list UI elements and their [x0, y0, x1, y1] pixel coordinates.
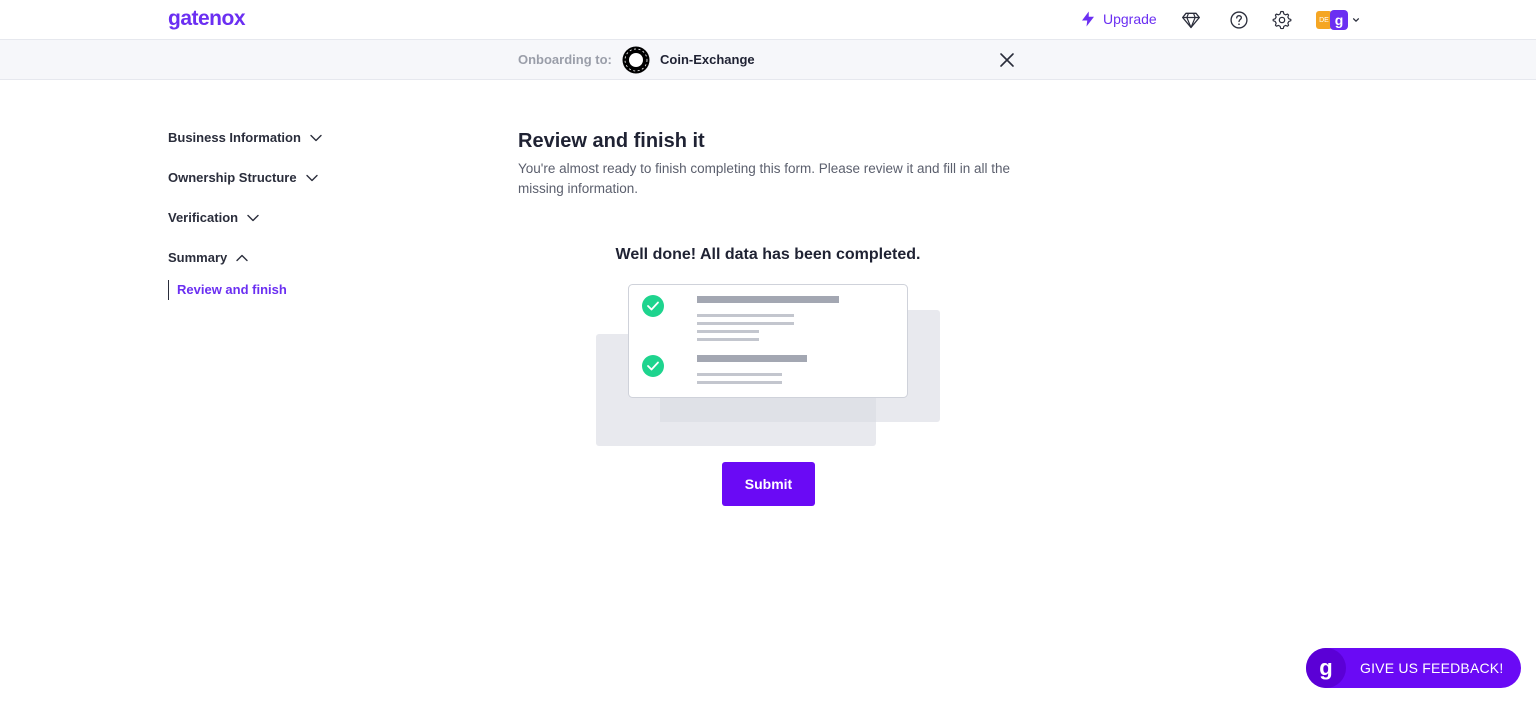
- avatar: g: [1330, 10, 1348, 30]
- onboarding-bar: Onboarding to: Coin-Exchange: [0, 40, 1536, 80]
- check-icon: [642, 295, 664, 317]
- top-bar: gatenox Upgrade DE g: [0, 0, 1536, 40]
- gatenox-logo[interactable]: gatenox: [168, 7, 246, 31]
- upgrade-button[interactable]: Upgrade: [1079, 10, 1157, 28]
- sidebar-item-label: Verification: [168, 210, 239, 225]
- sidebar-item-business-information[interactable]: Business Information: [168, 130, 323, 145]
- company-name: Coin-Exchange: [660, 52, 755, 67]
- sidebar-item-ownership-structure[interactable]: Ownership Structure: [168, 170, 319, 185]
- chevron-down-icon: [305, 174, 318, 181]
- page-description: You're almost ready to finish completing…: [518, 161, 1011, 196]
- onboarding-label: Onboarding to:: [518, 52, 612, 67]
- sidebar-subitem-review-and-finish[interactable]: Review and finish: [168, 280, 287, 300]
- sidebar-item-label: Business Information: [168, 130, 301, 145]
- sidebar-item-label: Ownership Structure: [168, 170, 297, 185]
- submit-button[interactable]: Submit: [722, 462, 815, 506]
- chevron-down-icon: [1352, 18, 1360, 22]
- sidebar-item-verification[interactable]: Verification: [168, 210, 260, 225]
- chevron-down-icon: [310, 134, 322, 141]
- completion-illustration: [596, 284, 940, 446]
- gear-icon[interactable]: [1272, 10, 1292, 30]
- diamond-icon[interactable]: [1181, 10, 1201, 30]
- feedback-logo: g: [1306, 648, 1346, 688]
- chevron-down-icon: [247, 214, 259, 221]
- upgrade-label: Upgrade: [1103, 11, 1157, 27]
- feedback-label: GIVE US FEEDBACK!: [1360, 660, 1504, 676]
- bolt-icon: [1082, 11, 1094, 27]
- company-logo: [622, 46, 650, 74]
- sidebar-item-label: Summary: [168, 250, 228, 265]
- check-icon: [642, 355, 664, 377]
- completion-message: Well done! All data has been completed.: [615, 246, 921, 263]
- account-menu[interactable]: DE g: [1316, 10, 1360, 30]
- page-title: Review and finish it: [518, 130, 705, 152]
- sidebar-item-summary[interactable]: Summary: [168, 250, 249, 265]
- close-icon[interactable]: [999, 52, 1015, 68]
- feedback-button[interactable]: g GIVE US FEEDBACK!: [1306, 648, 1521, 688]
- chevron-up-icon: [236, 254, 248, 261]
- help-icon[interactable]: [1229, 10, 1249, 30]
